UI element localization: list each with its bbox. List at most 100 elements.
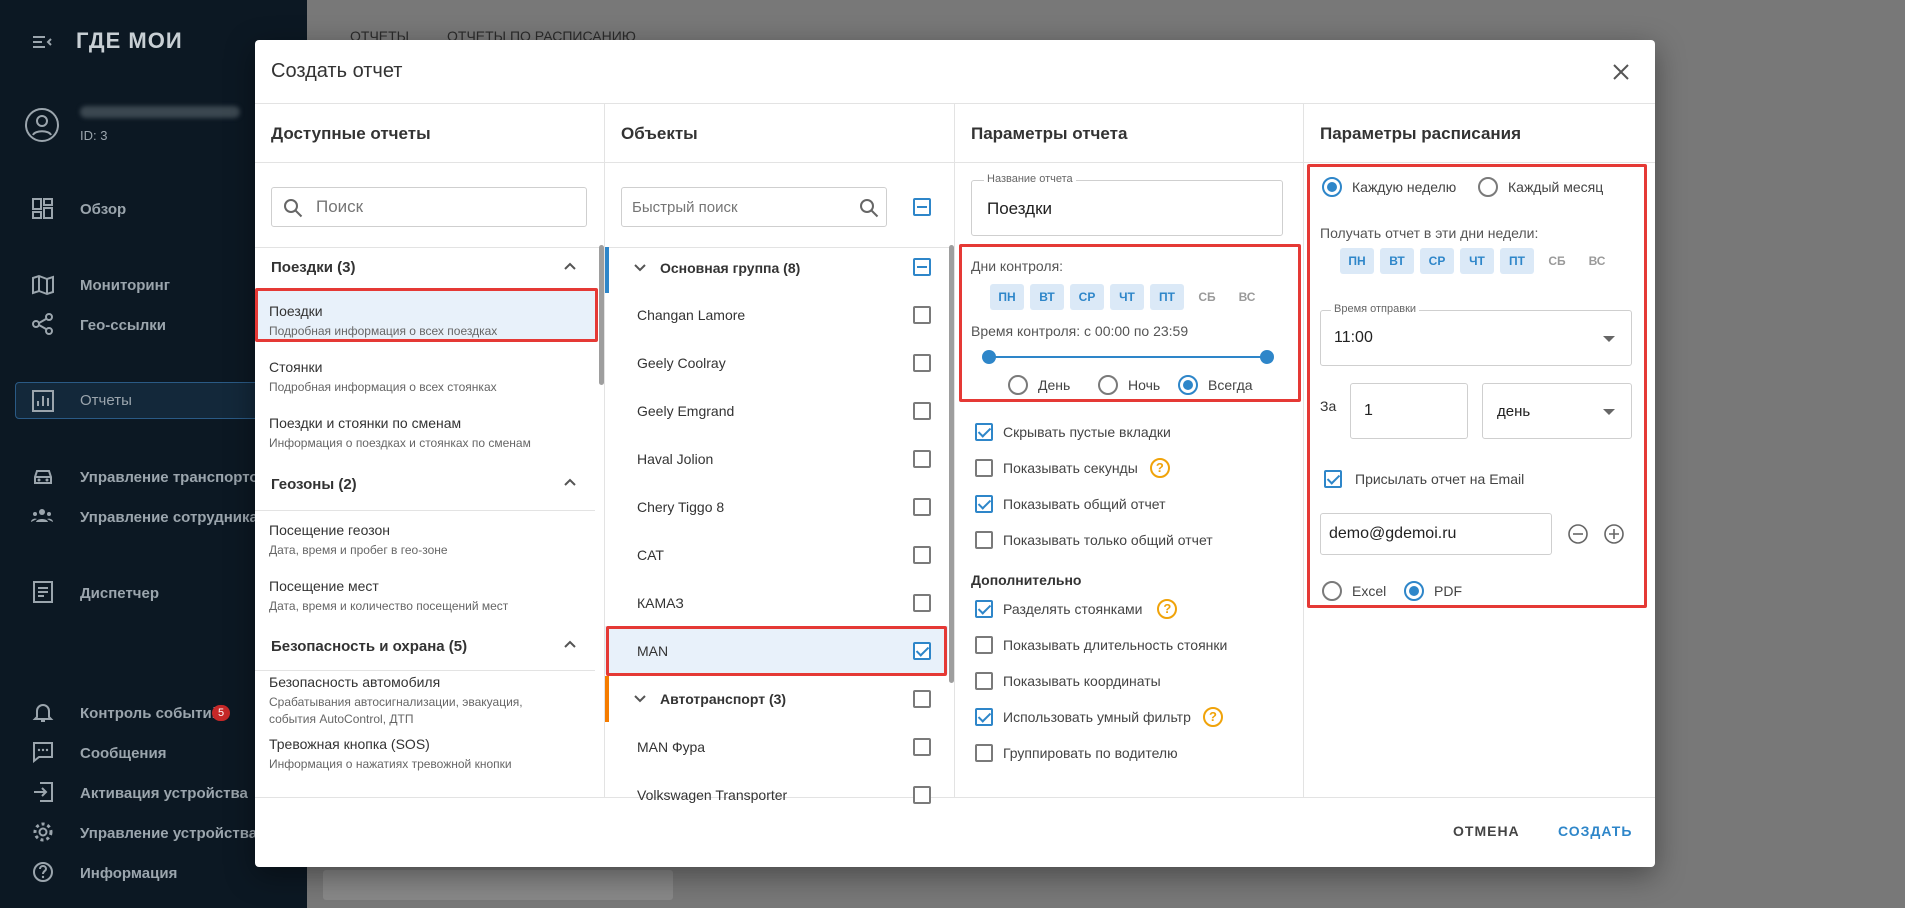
object-checkbox[interactable] — [913, 306, 931, 324]
period-count-input[interactable]: 1 — [1350, 383, 1468, 439]
period-unit-value: день — [1497, 403, 1531, 420]
period-radio-3[interactable] — [1178, 375, 1198, 395]
cancel-button[interactable]: ОТМЕНА — [1453, 823, 1520, 839]
schedule-day-toggle-1[interactable]: ПН — [1340, 248, 1374, 274]
group-title: Геозоны (2) — [271, 476, 357, 493]
day-toggle-7[interactable]: ВС — [1230, 284, 1264, 310]
day-toggle-4[interactable]: ЧТ — [1110, 284, 1144, 310]
reports-scrollbar[interactable] — [599, 245, 604, 385]
help-icon[interactable]: ? — [1157, 599, 1178, 619]
report-subtitle: Информация о поездках и стоянках по смен… — [269, 436, 531, 450]
day-toggle-5[interactable]: ПТ — [1150, 284, 1184, 310]
events-count-badge: 5 — [212, 705, 230, 721]
extra-checkbox-1[interactable] — [975, 600, 993, 618]
param-checkbox-2[interactable] — [975, 459, 993, 477]
objects-search-box — [621, 187, 887, 227]
chevron-up-icon[interactable] — [562, 258, 578, 274]
day-toggle-2[interactable]: ВТ — [1030, 284, 1064, 310]
schedule-day-toggle-4[interactable]: ЧТ — [1460, 248, 1494, 274]
object-checkbox[interactable] — [913, 498, 931, 516]
object-checkbox[interactable] — [913, 450, 931, 468]
divider — [255, 247, 604, 248]
period-radio-1[interactable] — [1008, 375, 1028, 395]
format-pdf-radio[interactable] — [1404, 581, 1424, 601]
email-checkbox[interactable] — [1324, 470, 1342, 488]
chevron-up-icon[interactable] — [562, 636, 578, 652]
bell-icon — [32, 701, 56, 725]
format-excel-radio[interactable] — [1322, 581, 1342, 601]
monthly-radio[interactable] — [1478, 177, 1498, 197]
help-icon[interactable]: ? — [1149, 458, 1170, 478]
group-checkbox[interactable] — [913, 690, 931, 708]
chevron-up-icon[interactable] — [562, 474, 578, 490]
dialog-title: Создать отчет — [271, 60, 403, 82]
sidebar-item-label: Диспетчер — [80, 585, 160, 602]
car-icon — [32, 465, 56, 489]
close-icon[interactable] — [1605, 56, 1637, 88]
slider-end-handle[interactable] — [1260, 350, 1274, 364]
period-label-3: Всегда — [1208, 377, 1253, 393]
report-name-value: Поездки — [987, 199, 1053, 218]
object-checkbox[interactable] — [913, 354, 931, 372]
user-avatar-icon[interactable] — [24, 107, 60, 143]
email-input[interactable]: demo@gdemoi.ru — [1320, 513, 1552, 555]
extra-checkbox-3[interactable] — [975, 672, 993, 690]
param-checkbox-1[interactable] — [975, 423, 993, 441]
schedule-day-toggle-2[interactable]: ВТ — [1380, 248, 1414, 274]
object-checkbox[interactable] — [913, 546, 931, 564]
help-icon[interactable]: ? — [1203, 707, 1223, 727]
report-subtitle: Информация о нажатиях тревожной кнопки — [269, 757, 512, 771]
extra-checkbox-4[interactable] — [975, 708, 993, 726]
add-email-icon[interactable] — [1603, 523, 1625, 545]
people-icon — [30, 505, 54, 529]
remove-email-icon[interactable] — [1567, 523, 1589, 545]
help-icon — [32, 861, 56, 885]
chevron-down-icon[interactable] — [633, 691, 647, 705]
day-toggle-6[interactable]: СБ — [1190, 284, 1224, 310]
schedule-day-toggle-3[interactable]: СР — [1420, 248, 1454, 274]
param-checkbox-4[interactable] — [975, 531, 993, 549]
divider — [255, 103, 1655, 104]
object-checkbox[interactable] — [913, 594, 931, 612]
period-count-value: 1 — [1364, 402, 1373, 419]
period-radio-2[interactable] — [1098, 375, 1118, 395]
slider-start-handle[interactable] — [982, 350, 996, 364]
object-checkbox[interactable] — [913, 786, 931, 804]
schedule-day-toggle-5[interactable]: ПТ — [1500, 248, 1534, 274]
sidebar-item-label: Управление транспортом — [80, 469, 270, 486]
schedule-day-toggle-6[interactable]: СБ — [1540, 248, 1574, 274]
extra-checkbox-5[interactable] — [975, 744, 993, 762]
objects-search-input[interactable] — [632, 188, 832, 226]
reports-search-input[interactable] — [316, 188, 516, 226]
collapse-menu-icon[interactable] — [30, 30, 54, 54]
group-checkbox[interactable] — [913, 258, 931, 276]
create-button[interactable]: СОЗДАТЬ — [1558, 823, 1632, 839]
object-name: Haval Jolion — [637, 451, 714, 467]
param-checkbox-label: Показывать только общий отчет — [1003, 532, 1213, 548]
slider-track — [989, 356, 1267, 358]
dispatcher-icon — [32, 581, 56, 605]
divider — [954, 103, 955, 797]
extra-checkbox-2[interactable] — [975, 636, 993, 654]
report-subtitle: Подробная информация о всех стоянках — [269, 380, 497, 394]
select-all-checkbox[interactable] — [913, 198, 931, 216]
objects-scrollbar[interactable] — [949, 245, 954, 683]
period-unit-select[interactable]: день — [1482, 383, 1632, 439]
object-checkbox[interactable] — [913, 738, 931, 756]
schedule-day-toggle-7[interactable]: ВС — [1580, 248, 1614, 274]
param-checkbox-3[interactable] — [975, 495, 993, 513]
day-toggle-1[interactable]: ПН — [990, 284, 1024, 310]
objects-column-title: Объекты — [621, 124, 698, 143]
report-subtitle: события AutoControl, ДТП — [269, 712, 414, 726]
object-checkbox[interactable] — [913, 642, 931, 660]
chevron-down-icon[interactable] — [633, 260, 647, 274]
object-checkbox[interactable] — [913, 402, 931, 420]
sidebar-item-label: Сообщения — [80, 745, 167, 762]
report-name-field[interactable]: Название отчета Поездки — [971, 173, 1283, 236]
send-time-select[interactable]: Время отправки 11:00 — [1320, 303, 1632, 366]
divider — [255, 670, 595, 671]
weekly-radio[interactable] — [1322, 177, 1342, 197]
day-toggle-3[interactable]: СР — [1070, 284, 1104, 310]
dropdown-caret-icon — [1603, 409, 1615, 415]
report-subtitle: Дата, время и количество посещений мест — [269, 599, 509, 613]
